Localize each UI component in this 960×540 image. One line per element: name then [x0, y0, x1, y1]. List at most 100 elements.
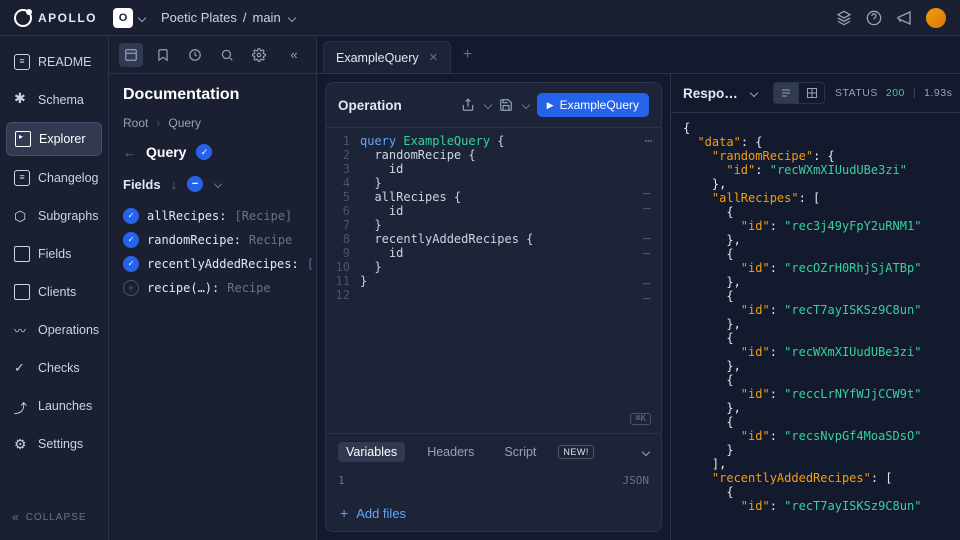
collapse-doc-icon[interactable]: «	[282, 43, 306, 67]
subgraphs-icon	[14, 208, 30, 224]
sidebar-item-subgraphs[interactable]: Subgraphs	[6, 200, 102, 232]
logo[interactable]: APOLLO	[14, 9, 97, 27]
fields-heading: Fields ↓ −	[123, 176, 302, 192]
checks-icon	[14, 360, 30, 376]
doc-pane-icon[interactable]	[119, 43, 143, 67]
breadcrumb-branch: main	[253, 10, 281, 25]
collapse-sidebar[interactable]: COLLAPSE	[6, 504, 102, 530]
checked-icon[interactable]: ✓	[123, 256, 139, 272]
sidebar-item-schema[interactable]: Schema	[6, 84, 102, 116]
vars-panel: Variables Headers Script NEW! 1 JSON	[326, 433, 661, 531]
chevron-down-icon[interactable]	[642, 448, 650, 456]
checked-icon[interactable]: ✓	[123, 232, 139, 248]
sidebar-item-readme[interactable]: README	[6, 46, 102, 78]
sidebar-item-checks[interactable]: Checks	[6, 352, 102, 384]
response-stats: STATUS 200 | 1.93s | 335B	[835, 87, 960, 99]
response-body[interactable]: { "data": { "randomRecipe": { "id": "rec…	[671, 113, 960, 540]
clients-icon	[14, 284, 30, 300]
breadcrumb-project: Poetic Plates	[161, 10, 237, 25]
add-files-button[interactable]: Add files	[326, 495, 661, 531]
tab-bar: ExampleQuery ✕ +	[317, 36, 960, 74]
crumb-query[interactable]: Query	[168, 116, 201, 130]
ops-icon	[14, 322, 30, 338]
add-icon[interactable]: +	[123, 280, 139, 296]
sort-icon[interactable]: ↓	[171, 177, 178, 192]
save-icon[interactable]	[499, 98, 513, 112]
sidebar-item-launches[interactable]: Launches	[6, 390, 102, 422]
response-time: 1.93s	[924, 87, 952, 99]
response-title: Response	[683, 86, 739, 101]
bookmark-icon[interactable]	[151, 43, 175, 67]
field-recipe[interactable]: +recipe(…): Recipe	[123, 276, 302, 300]
sidebar: README Schema Explorer Changelog Subgraphs Fi…	[0, 36, 109, 540]
sidebar-item-label: Fields	[38, 247, 71, 261]
field-recentlyaddedrecipes[interactable]: ✓recentlyAddedRecipes: [	[123, 252, 302, 276]
chevron-down-icon[interactable]	[214, 180, 222, 188]
breadcrumb-separator: /	[243, 10, 247, 25]
deselect-all-icon[interactable]: −	[187, 176, 203, 192]
add-tab-button[interactable]: +	[453, 46, 482, 64]
view-json-icon[interactable]	[773, 82, 799, 104]
layers-icon[interactable]	[836, 10, 852, 26]
topbar: APOLLO O Poetic Plates / main	[0, 0, 960, 36]
fields-icon	[14, 246, 30, 262]
sidebar-item-clients[interactable]: Clients	[6, 276, 102, 308]
tab-example-query[interactable]: ExampleQuery ✕	[323, 41, 451, 73]
field-allrecipes[interactable]: ✓allRecipes: [Recipe]	[123, 204, 302, 228]
tab-headers[interactable]: Headers	[419, 442, 482, 462]
operation-editor[interactable]: ⋯ ⌘K 1query ExampleQuery {2 randomRecipe…	[326, 128, 661, 433]
chevron-down-icon	[138, 13, 146, 21]
status-code: 200	[886, 87, 905, 99]
close-icon[interactable]: ✕	[429, 51, 438, 64]
operation-title: Operation	[338, 98, 402, 113]
help-icon[interactable]	[866, 10, 882, 26]
sidebar-item-label: Checks	[38, 361, 80, 375]
new-badge: NEW!	[558, 445, 594, 459]
doc-toolbar: «	[109, 36, 316, 74]
chevron-down-icon[interactable]	[521, 101, 529, 109]
apollo-logo-icon	[14, 9, 32, 27]
check-badge-icon[interactable]: ✓	[196, 144, 212, 160]
breadcrumb[interactable]: Poetic Plates / main	[161, 10, 295, 25]
chevron-down-icon	[287, 13, 295, 21]
doc-icon	[14, 54, 30, 70]
changelog-icon	[14, 170, 30, 186]
back-icon[interactable]: ←	[123, 145, 136, 160]
launches-icon	[14, 398, 30, 414]
main-area: ExampleQuery ✕ + Operation	[317, 36, 960, 540]
search-icon[interactable]	[215, 43, 239, 67]
tab-variables[interactable]: Variables	[338, 442, 405, 462]
tab-script[interactable]: Script	[496, 442, 544, 462]
chevron-down-icon[interactable]	[750, 89, 758, 97]
brand-name: APOLLO	[38, 11, 97, 25]
operation-card: Operation ExampleQuery ⋯ ⌘K	[325, 82, 662, 532]
kebab-icon[interactable]: ⋯	[645, 134, 653, 148]
response-panel: Response STATUS 200 | 1.93s | 335B	[670, 74, 960, 540]
crumb-root[interactable]: Root	[123, 116, 148, 130]
checked-icon[interactable]: ✓	[123, 208, 139, 224]
doc-breadcrumb: Root › Query	[123, 116, 302, 130]
sidebar-item-label: Schema	[38, 93, 84, 107]
sidebar-item-label: Explorer	[39, 132, 86, 146]
field-randomrecipe[interactable]: ✓randomRecipe: Recipe	[123, 228, 302, 252]
run-button[interactable]: ExampleQuery	[537, 93, 649, 117]
sidebar-item-label: Settings	[38, 437, 83, 451]
sidebar-item-label: Changelog	[38, 171, 98, 185]
share-icon[interactable]	[461, 98, 475, 112]
chevron-down-icon[interactable]	[483, 101, 491, 109]
avatar[interactable]	[926, 8, 946, 28]
sidebar-item-operations[interactable]: Operations	[6, 314, 102, 346]
doc-title: Documentation	[123, 86, 302, 104]
org-badge: O	[113, 8, 133, 28]
sidebar-item-changelog[interactable]: Changelog	[6, 162, 102, 194]
announce-icon[interactable]	[896, 10, 912, 26]
history-icon[interactable]	[183, 43, 207, 67]
sidebar-item-settings[interactable]: Settings	[6, 428, 102, 460]
sidebar-item-fields[interactable]: Fields	[6, 238, 102, 270]
sidebar-item-label: Subgraphs	[38, 209, 98, 223]
view-table-icon[interactable]	[799, 82, 825, 104]
sidebar-item-explorer[interactable]: Explorer	[6, 122, 102, 156]
org-switcher[interactable]: O	[113, 8, 145, 28]
gear-icon[interactable]	[247, 43, 271, 67]
current-type: Query	[146, 144, 186, 160]
